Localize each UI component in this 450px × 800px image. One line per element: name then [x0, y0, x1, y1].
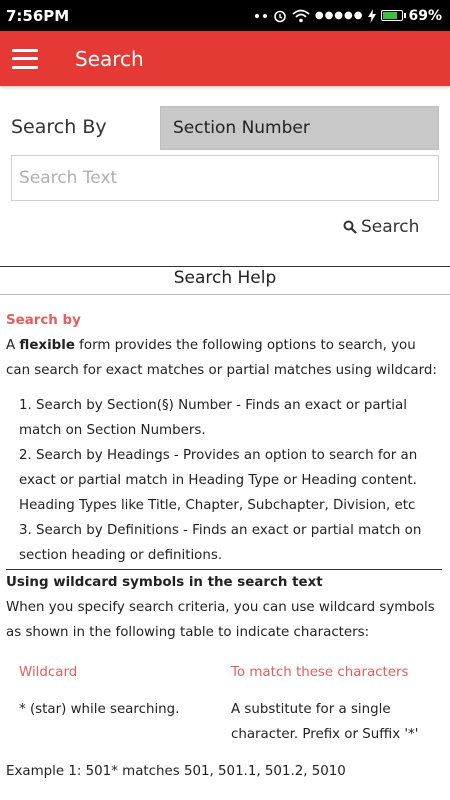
- signal-strength-icon: ●●●●●: [314, 10, 364, 21]
- search-by-selected-value: Section Number: [173, 118, 310, 138]
- list-item: 3. Search by Definitions - Finds an exac…: [19, 523, 422, 563]
- notification-dots-icon: [254, 13, 267, 18]
- page-title: Search: [75, 46, 144, 71]
- help-intro: A flexible form provides the following o…: [6, 333, 442, 383]
- wifi-icon: [292, 9, 310, 22]
- table-cell-match: A substitute for a single character. Pre…: [231, 702, 419, 742]
- wildcard-intro: When you specify search criteria, you ca…: [6, 600, 435, 640]
- search-help-title: Search Help: [173, 268, 277, 288]
- alarm-clock-icon: [274, 10, 286, 22]
- table-header-wildcard: Wildcard: [19, 665, 78, 680]
- battery-icon: [381, 10, 407, 21]
- search-button-label: Search: [361, 217, 420, 237]
- list-item: 1. Search by Section(§) Number - Finds a…: [19, 398, 407, 438]
- menu-icon[interactable]: [12, 48, 38, 69]
- status-time: 7:56PM: [6, 6, 70, 25]
- search-options-list: 1. Search by Section(§) Number - Finds a…: [6, 393, 442, 568]
- search-help-content: Search by A flexible form provides the f…: [6, 308, 442, 784]
- search-by-label: Search By: [11, 116, 107, 138]
- divider: [0, 294, 450, 295]
- wildcard-table: Wildcard To match these characters * (st…: [6, 660, 442, 747]
- list-item: 2. Search by Headings - Provides an opti…: [19, 448, 418, 513]
- intro-bold: flexible: [19, 338, 75, 353]
- search-text-input[interactable]: [11, 155, 439, 201]
- intro-prefix: A: [6, 338, 20, 353]
- table-header-row: Wildcard To match these characters: [19, 660, 442, 685]
- status-icons: ●●●●● 69%: [254, 8, 442, 24]
- charging-bolt-icon: [368, 8, 377, 23]
- wildcard-heading: Using wildcard symbols in the search tex…: [6, 575, 323, 590]
- status-bar: 7:56PM ●●●●● 69%: [0, 0, 450, 31]
- search-by-heading: Search by: [6, 313, 81, 328]
- battery-level: [383, 12, 398, 19]
- divider: [0, 266, 450, 267]
- table-cell-wildcard: * (star) while searching.: [19, 702, 180, 717]
- battery-percent: 69%: [408, 7, 442, 24]
- example-text: Example 1: 501* matches 501, 501.1, 501.…: [6, 764, 346, 779]
- app-bar: Search: [0, 31, 450, 86]
- table-row: * (star) while searching. A substitute f…: [19, 697, 442, 747]
- table-header-match: To match these characters: [231, 665, 409, 680]
- search-by-select[interactable]: Section Number: [160, 106, 439, 150]
- search-button[interactable]: Search: [343, 217, 419, 237]
- search-icon: [343, 220, 357, 234]
